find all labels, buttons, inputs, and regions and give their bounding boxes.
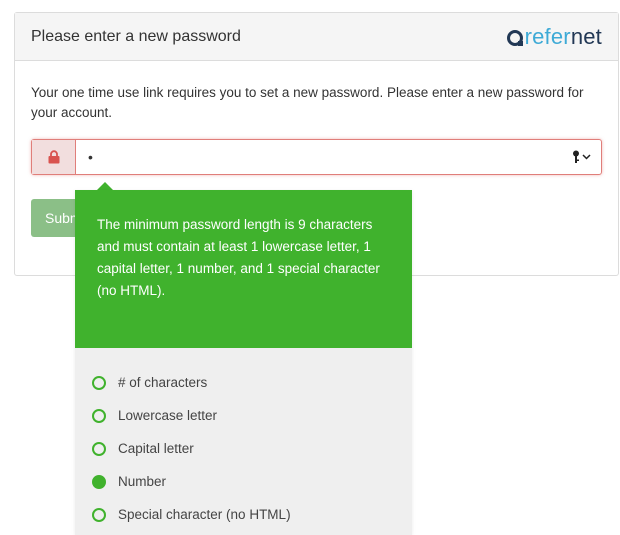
requirement-item: Capital letter [92, 432, 291, 465]
unmet-circle-icon [92, 441, 106, 456]
panel-header: Please enter a new password refer net [15, 13, 618, 61]
requirement-label: Lowercase letter [118, 408, 218, 423]
unmet-circle-icon [92, 375, 106, 390]
chevron-down-icon [582, 154, 591, 160]
refernet-logo: refer net [506, 23, 602, 50]
password-input-group [31, 139, 602, 175]
met-circle-icon [92, 474, 106, 489]
intro-text: Your one time use link requires you to s… [31, 85, 584, 120]
lock-icon [48, 150, 59, 164]
logo-text-net: net [570, 23, 602, 49]
tooltip-message: The minimum password length is 9 charact… [75, 190, 412, 348]
logo-mark-icon [506, 29, 523, 46]
show-password-toggle[interactable] [562, 140, 601, 174]
lock-addon [32, 140, 76, 174]
key-icon [573, 150, 579, 163]
logo-text-refer: refer [524, 23, 571, 49]
requirement-label: Number [118, 474, 167, 489]
requirement-label: Special character (no HTML) [118, 507, 291, 522]
requirement-label: # of characters [118, 375, 208, 390]
requirement-item: Lowercase letter [92, 399, 291, 432]
requirement-item: Special character (no HTML) [92, 498, 291, 531]
unmet-circle-icon [92, 507, 106, 522]
requirement-item: # of characters [92, 366, 291, 399]
requirements-list: # of characters Lowercase letter Capital… [92, 366, 291, 531]
new-password-input[interactable] [76, 140, 562, 174]
requirement-item: Number [92, 465, 291, 498]
password-requirements-tooltip: The minimum password length is 9 charact… [75, 190, 412, 535]
requirement-label: Capital letter [118, 441, 194, 456]
page-title: Please enter a new password [31, 27, 241, 45]
unmet-circle-icon [92, 408, 106, 423]
